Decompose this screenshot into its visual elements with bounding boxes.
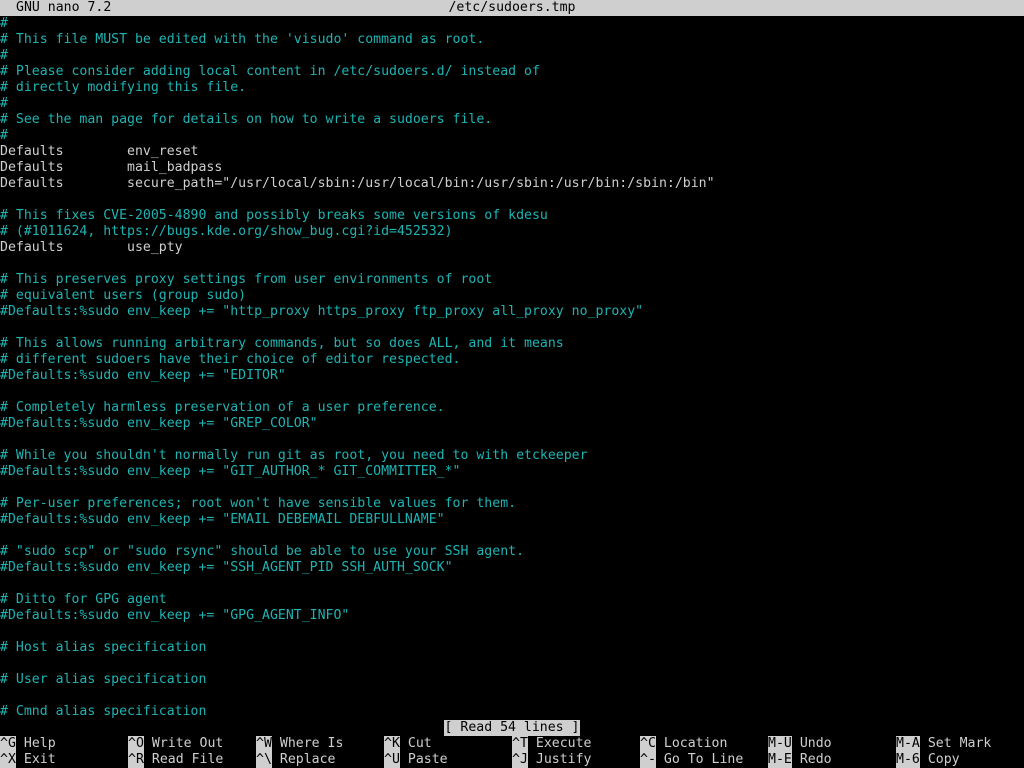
shortcut-key: ^G: [0, 736, 16, 752]
comment-line[interactable]: # This allows running arbitrary commands…: [0, 336, 1024, 352]
shortcut-where-is[interactable]: ^W Where Is: [256, 736, 343, 752]
comment-line[interactable]: # This file MUST be edited with the 'vis…: [0, 32, 1024, 48]
code-line[interactable]: [0, 192, 1024, 208]
shortcut-key: ^C: [640, 736, 656, 752]
shortcut-key: ^T: [512, 736, 528, 752]
shortcut-label: Set Mark: [927, 736, 992, 751]
shortcut-key: ^K: [384, 736, 400, 752]
shortcut-location[interactable]: ^C Location: [640, 736, 727, 752]
comment-line[interactable]: #Defaults:%sudo env_keep += "GIT_AUTHOR_…: [0, 464, 1024, 480]
shortcut-write-out[interactable]: ^O Write Out: [128, 736, 223, 752]
shortcut-label: Copy: [927, 752, 960, 767]
status-bar: [ Read 54 lines ]: [0, 720, 1024, 736]
comment-line[interactable]: # Host alias specification: [0, 640, 1024, 656]
comment-line[interactable]: # See the man page for details on how to…: [0, 112, 1024, 128]
comment-line[interactable]: # Cmnd alias specification: [0, 704, 1024, 720]
shortcut-label: Help: [23, 736, 56, 751]
shortcut-label: Undo: [799, 736, 832, 751]
shortcut-label: Justify: [535, 752, 592, 767]
shortcut-label: Redo: [799, 752, 832, 767]
code-line[interactable]: [0, 576, 1024, 592]
comment-line[interactable]: #: [0, 16, 1024, 32]
shortcut-label: Write Out: [151, 736, 224, 751]
shortcut-replace[interactable]: ^\ Replace: [256, 752, 335, 768]
comment-line[interactable]: #Defaults:%sudo env_keep += "GPG_AGENT_I…: [0, 608, 1024, 624]
code-line[interactable]: [0, 688, 1024, 704]
shortcut-label: Paste: [407, 752, 448, 767]
comment-line[interactable]: # Per-user preferences; root won't have …: [0, 496, 1024, 512]
shortcut-key: ^U: [384, 752, 400, 768]
comment-line[interactable]: # (#1011624, https://bugs.kde.org/show_b…: [0, 224, 1024, 240]
shortcut-key: ^R: [128, 752, 144, 768]
code-line[interactable]: Defaults env_reset: [0, 144, 1024, 160]
code-line[interactable]: [0, 480, 1024, 496]
code-line[interactable]: [0, 432, 1024, 448]
comment-line[interactable]: # different sudoers have their choice of…: [0, 352, 1024, 368]
shortcut-justify[interactable]: ^J Justify: [512, 752, 591, 768]
shortcut-label: Execute: [535, 736, 592, 751]
shortcut-undo[interactable]: M-U Undo: [768, 736, 832, 752]
code-line[interactable]: [0, 656, 1024, 672]
shortcut-key: ^-: [640, 752, 656, 768]
title-bar: GNU nano 7.2 /etc/sudoers.tmp: [0, 0, 1024, 16]
code-line[interactable]: Defaults secure_path="/usr/local/sbin:/u…: [0, 176, 1024, 192]
shortcut-label: Where Is: [279, 736, 344, 751]
code-line[interactable]: [0, 384, 1024, 400]
shortcut-key: M-6: [896, 752, 920, 768]
shortcut-paste[interactable]: ^U Paste: [384, 752, 448, 768]
code-line[interactable]: Defaults use_pty: [0, 240, 1024, 256]
shortcut-label: Location: [663, 736, 728, 751]
comment-line[interactable]: #Defaults:%sudo env_keep += "EDITOR": [0, 368, 1024, 384]
comment-line[interactable]: #Defaults:%sudo env_keep += "GREP_COLOR": [0, 416, 1024, 432]
comment-line[interactable]: # Ditto for GPG agent: [0, 592, 1024, 608]
comment-line[interactable]: # "sudo scp" or "sudo rsync" should be a…: [0, 544, 1024, 560]
shortcut-label: Go To Line: [663, 752, 744, 767]
shortcut-exit[interactable]: ^X Exit: [0, 752, 56, 768]
comment-line[interactable]: # While you shouldn't normally run git a…: [0, 448, 1024, 464]
code-line[interactable]: [0, 256, 1024, 272]
shortcut-key: M-U: [768, 736, 792, 752]
code-line[interactable]: Defaults mail_badpass: [0, 160, 1024, 176]
status-message: [ Read 54 lines ]: [443, 720, 581, 736]
editor-buffer[interactable]: # # This file MUST be edited with the 'vi…: [0, 16, 1024, 720]
shortcut-redo[interactable]: M-E Redo: [768, 752, 832, 768]
shortcut-label: Read File: [151, 752, 224, 767]
shortcut-execute[interactable]: ^T Execute: [512, 736, 591, 752]
shortcut-label: Exit: [23, 752, 56, 767]
shortcut-key: M-E: [768, 752, 792, 768]
comment-line[interactable]: #: [0, 96, 1024, 112]
comment-line[interactable]: #Defaults:%sudo env_keep += "EMAIL DEBEM…: [0, 512, 1024, 528]
file-name: /etc/sudoers.tmp: [448, 0, 576, 15]
comment-line[interactable]: # This preserves proxy settings from use…: [0, 272, 1024, 288]
code-line[interactable]: [0, 624, 1024, 640]
shortcut-key: ^\: [256, 752, 272, 768]
shortcut-label: Replace: [279, 752, 336, 767]
shortcut-label: Cut: [407, 736, 432, 751]
comment-line[interactable]: # equivalent users (group sudo): [0, 288, 1024, 304]
shortcut-read-file[interactable]: ^R Read File: [128, 752, 223, 768]
shortcut-set-mark[interactable]: M-A Set Mark: [896, 736, 991, 752]
shortcut-key: ^O: [128, 736, 144, 752]
comment-line[interactable]: #: [0, 128, 1024, 144]
shortcut-cut[interactable]: ^K Cut: [384, 736, 432, 752]
comment-line[interactable]: # This fixes CVE-2005-4890 and possibly …: [0, 208, 1024, 224]
comment-line[interactable]: #: [0, 48, 1024, 64]
comment-line[interactable]: # Please consider adding local content i…: [0, 64, 1024, 80]
code-line[interactable]: [0, 528, 1024, 544]
comment-line[interactable]: # User alias specification: [0, 672, 1024, 688]
shortcut-bar: ^G Help ^O Write Out ^W Where Is ^K Cut ^T Execut…: [0, 736, 1024, 768]
shortcut-key: M-A: [896, 736, 920, 752]
code-line[interactable]: [0, 320, 1024, 336]
shortcut-help[interactable]: ^G Help: [0, 736, 56, 752]
shortcut-copy[interactable]: M-6 Copy: [896, 752, 960, 768]
shortcut-key: ^X: [0, 752, 16, 768]
comment-line[interactable]: # directly modifying this file.: [0, 80, 1024, 96]
shortcut-go-to-line[interactable]: ^- Go To Line: [640, 752, 743, 768]
comment-line[interactable]: #Defaults:%sudo env_keep += "SSH_AGENT_P…: [0, 560, 1024, 576]
comment-line[interactable]: # Completely harmless preservation of a …: [0, 400, 1024, 416]
comment-line[interactable]: #Defaults:%sudo env_keep += "http_proxy …: [0, 304, 1024, 320]
shortcut-key: ^W: [256, 736, 272, 752]
shortcut-key: ^J: [512, 752, 528, 768]
